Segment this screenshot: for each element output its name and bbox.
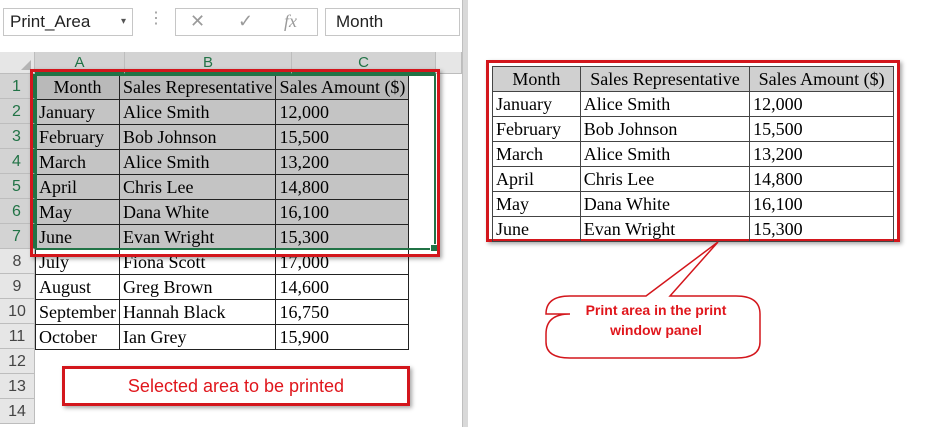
print-preview-panel: Month Sales Representative Sales Amount ($… bbox=[486, 60, 900, 242]
insert-function-icon[interactable]: fx bbox=[284, 11, 297, 32]
print-area-callout: Print area in the print window panel bbox=[552, 300, 760, 340]
cancel-icon[interactable]: ✕ bbox=[190, 11, 205, 32]
print-cell: Dana White bbox=[579, 191, 751, 217]
print-cell: April bbox=[492, 166, 581, 192]
table-row: October Ian Grey 15,900 bbox=[35, 324, 410, 350]
name-box-value: Print_Area bbox=[10, 12, 91, 31]
print-cell: Alice Smith bbox=[579, 141, 751, 167]
more-options-icon[interactable]: ⋮ bbox=[148, 8, 164, 28]
print-cell: 16,100 bbox=[749, 191, 894, 217]
print-cell: 14,800 bbox=[749, 166, 894, 192]
selected-area-highlight bbox=[30, 69, 440, 257]
table-row: September Hannah Black 16,750 bbox=[35, 299, 410, 325]
row-header-13[interactable]: 13 bbox=[0, 374, 35, 399]
callout-line-1: Print area in the print bbox=[585, 302, 727, 318]
formula-input[interactable]: Month bbox=[325, 8, 460, 36]
pane-divider bbox=[462, 0, 468, 427]
print-header-cell: Sales Representative bbox=[579, 66, 751, 92]
print-row: May Dana White 16,100 bbox=[492, 191, 894, 217]
print-preview-table: Month Sales Representative Sales Amount ($… bbox=[492, 66, 894, 242]
cell[interactable]: August bbox=[35, 274, 120, 300]
cell[interactable]: 15,900 bbox=[275, 324, 410, 350]
print-cell: 15,300 bbox=[749, 216, 894, 242]
cell[interactable]: September bbox=[35, 299, 120, 325]
cell[interactable]: October bbox=[35, 324, 120, 350]
print-row: February Bob Johnson 15,500 bbox=[492, 116, 894, 142]
excel-window: Print_Area ▾ ⋮ ✕ ✓ fx Month ABC 12345678… bbox=[0, 0, 466, 427]
cell[interactable]: 14,600 bbox=[275, 274, 410, 300]
cell[interactable]: Ian Grey bbox=[118, 324, 277, 350]
print-cell: January bbox=[492, 91, 581, 117]
cell[interactable]: Greg Brown bbox=[118, 274, 277, 300]
row-header-12[interactable]: 12 bbox=[0, 349, 35, 374]
print-cell: Alice Smith bbox=[579, 91, 751, 117]
cell[interactable]: Hannah Black bbox=[118, 299, 277, 325]
name-box[interactable]: Print_Area ▾ bbox=[3, 8, 133, 36]
print-cell: May bbox=[492, 191, 581, 217]
print-row: April Chris Lee 14,800 bbox=[492, 166, 894, 192]
print-cell: 12,000 bbox=[749, 91, 894, 117]
selected-area-note: Selected area to be printed bbox=[62, 366, 410, 406]
row-header-11[interactable]: 11 bbox=[0, 324, 35, 349]
chevron-down-icon[interactable]: ▾ bbox=[121, 9, 126, 35]
print-header-cell: Sales Amount ($) bbox=[749, 66, 894, 92]
print-cell: Bob Johnson bbox=[579, 116, 751, 142]
callout-bubble bbox=[545, 241, 761, 359]
row-header-9[interactable]: 9 bbox=[0, 274, 35, 299]
print-cell: 15,500 bbox=[749, 116, 894, 142]
callout-line-2: window panel bbox=[610, 322, 702, 338]
formula-buttons: ✕ ✓ fx bbox=[175, 8, 318, 36]
print-cell: March bbox=[492, 141, 581, 167]
formula-bar: Print_Area ▾ ⋮ ✕ ✓ fx Month bbox=[0, 0, 466, 50]
print-header-cell: Month bbox=[492, 66, 581, 92]
print-header-row: Month Sales Representative Sales Amount ($… bbox=[492, 66, 894, 92]
print-cell: February bbox=[492, 116, 581, 142]
print-row: January Alice Smith 12,000 bbox=[492, 91, 894, 117]
print-cell: Chris Lee bbox=[579, 166, 751, 192]
print-row: March Alice Smith 13,200 bbox=[492, 141, 894, 167]
row-header-14[interactable]: 14 bbox=[0, 399, 35, 424]
cell[interactable]: 16,750 bbox=[275, 299, 410, 325]
enter-icon[interactable]: ✓ bbox=[238, 11, 253, 32]
table-row: August Greg Brown 14,600 bbox=[35, 274, 410, 300]
row-header-10[interactable]: 10 bbox=[0, 299, 35, 324]
print-cell: 13,200 bbox=[749, 141, 894, 167]
